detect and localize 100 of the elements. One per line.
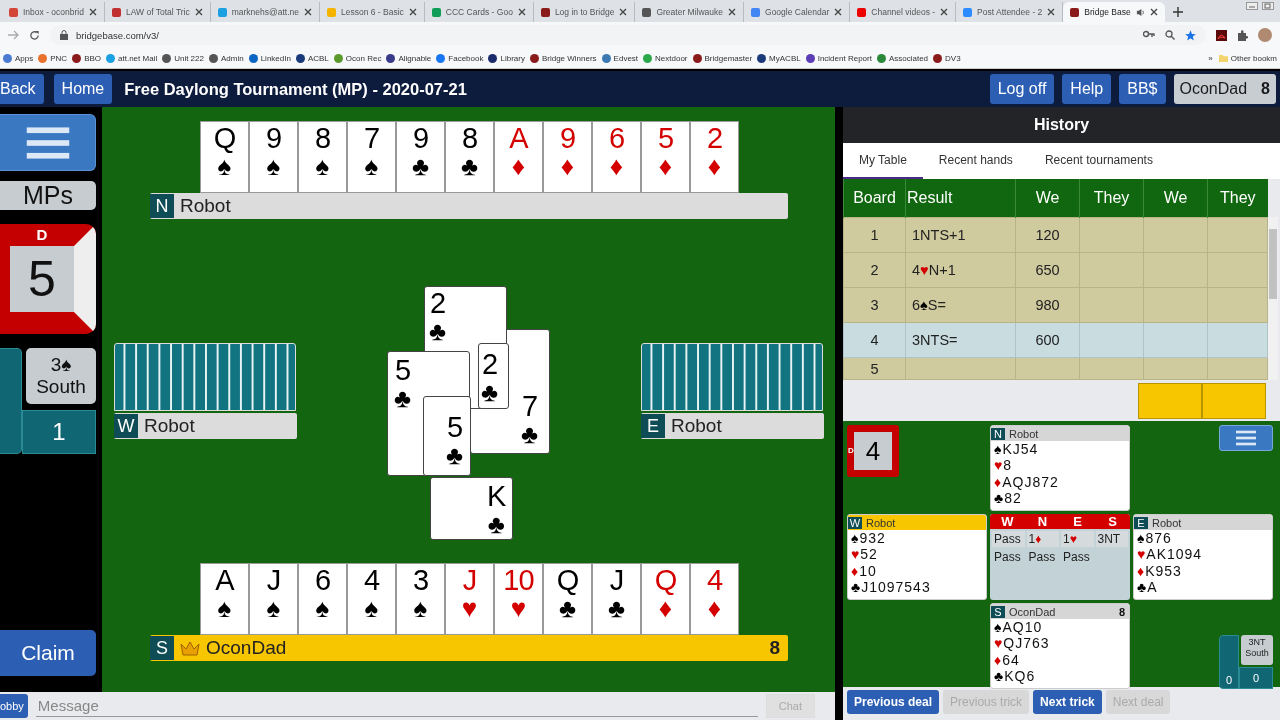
restore-icon[interactable] <box>1262 2 1274 10</box>
player-name: Robot <box>1152 516 1182 529</box>
new-tab-icon[interactable] <box>1172 7 1183 17</box>
close-icon[interactable] <box>940 8 949 16</box>
table-cell: 1 <box>843 217 906 253</box>
playing-card[interactable]: 8 ♠ <box>298 121 347 193</box>
bookmark[interactable]: Incident Report <box>805 53 872 63</box>
bookmark[interactable]: Ocon Rec <box>333 53 382 63</box>
nav-button[interactable]: Next trick <box>1033 690 1102 714</box>
bookmark[interactable]: LinkedIn <box>248 53 291 63</box>
claim-button[interactable]: Claim <box>0 630 96 676</box>
header-button[interactable]: Help <box>1062 74 1112 104</box>
menu-button[interactable] <box>1219 425 1273 451</box>
lock-icon <box>60 30 68 40</box>
history-tab[interactable]: Recent tournaments <box>1028 143 1169 179</box>
close-icon[interactable] <box>619 8 628 16</box>
key-icon[interactable] <box>1143 29 1155 38</box>
playing-card[interactable]: J ♥ <box>445 563 494 635</box>
playing-card[interactable]: J ♠ <box>249 563 298 635</box>
bookmark[interactable]: Edvest <box>601 53 639 63</box>
zoom-icon[interactable] <box>1165 29 1175 40</box>
playing-card[interactable]: Q ♣ <box>543 563 592 635</box>
suit-holding: ♣A <box>1136 578 1159 596</box>
playing-card[interactable]: 3 ♠ <box>396 563 445 635</box>
reload-icon[interactable] <box>29 29 40 41</box>
bookmark[interactable]: BBO <box>72 53 102 63</box>
bookmark[interactable]: Library <box>488 53 525 63</box>
playing-card[interactable]: 8 ♣ <box>445 121 494 193</box>
speaker-icon[interactable] <box>1135 7 1145 17</box>
suit-holding: ♣82 <box>993 489 1022 507</box>
tricks-ew: 0 <box>1239 667 1273 689</box>
bookmark[interactable]: DV3 <box>933 53 961 63</box>
extensions-icon[interactable] <box>1237 29 1248 41</box>
column-header[interactable]: They <box>1079 179 1144 218</box>
star-icon[interactable] <box>1185 29 1196 41</box>
playing-card[interactable]: A ♠ <box>200 563 249 635</box>
column-header[interactable]: We <box>1143 179 1208 218</box>
seat-label: S <box>150 636 174 660</box>
playing-card[interactable]: 10 ♥ <box>494 563 543 635</box>
close-icon[interactable] <box>88 8 97 16</box>
bookmark-folder[interactable]: Other bookm <box>1218 53 1277 63</box>
playing-card[interactable]: 4 ♦ <box>690 563 739 635</box>
playing-card[interactable]: 4 ♠ <box>347 563 396 635</box>
bookmark[interactable]: Bridge Winners <box>529 53 597 63</box>
playing-card[interactable]: 6 ♠ <box>298 563 347 635</box>
bookmark[interactable]: ACBL <box>295 53 329 63</box>
playing-card[interactable]: Q ♦ <box>641 563 690 635</box>
close-icon[interactable] <box>1047 8 1056 16</box>
browser-tab[interactable]: Bridge Base <box>1063 2 1165 22</box>
suit-holding: ♠KJ54 <box>993 441 1040 458</box>
playing-card[interactable]: 9 ♠ <box>249 121 298 193</box>
column-header[interactable]: They <box>1207 179 1268 218</box>
playing-card[interactable]: 6 ♦ <box>592 121 641 193</box>
user-button[interactable]: OconDad 8 <box>1173 74 1276 104</box>
column-header[interactable]: Board <box>843 179 906 218</box>
menu-button[interactable] <box>0 114 96 171</box>
close-icon[interactable] <box>1149 8 1158 16</box>
column-header[interactable]: Result <box>905 179 1016 218</box>
playing-card[interactable]: 9 ♣ <box>396 121 445 193</box>
bookmark[interactable]: Associated <box>876 53 929 63</box>
playing-card[interactable]: 9 ♦ <box>543 121 592 193</box>
close-icon[interactable] <box>194 8 203 16</box>
column-header[interactable]: We <box>1015 179 1080 218</box>
bookmark[interactable]: att.net Mail <box>106 53 158 63</box>
bookmark[interactable]: Nextdoor <box>643 53 688 63</box>
playing-card[interactable]: A ♦ <box>494 121 543 193</box>
menu-icon <box>24 125 71 160</box>
bookmark[interactable]: Apps <box>3 53 34 63</box>
close-icon[interactable] <box>303 8 312 16</box>
bookmark[interactable]: PNC <box>38 53 68 63</box>
playing-card[interactable]: 5 ♦ <box>641 121 690 193</box>
close-icon[interactable] <box>728 8 737 16</box>
bookmark[interactable]: Admin <box>208 53 244 63</box>
bookmark[interactable]: MyACBL <box>757 53 801 63</box>
header-button[interactable]: Log off <box>989 74 1055 104</box>
nav-button[interactable]: Previous deal <box>847 690 940 714</box>
auction-call: 3NT <box>1095 531 1128 547</box>
bookmark[interactable]: Alignable <box>386 53 432 63</box>
close-icon[interactable] <box>834 8 843 16</box>
bookmark[interactable]: Unit 222 <box>162 53 204 63</box>
nav-button[interactable]: Home <box>53 74 113 104</box>
close-icon[interactable] <box>408 8 417 16</box>
scrollbar[interactable] <box>1268 217 1278 380</box>
nav-button[interactable]: Back <box>0 74 44 104</box>
bookmark[interactable]: Facebook <box>436 53 484 63</box>
playing-card[interactable]: Q ♠ <box>200 121 249 193</box>
profile-avatar[interactable] <box>1258 28 1272 42</box>
bookmark[interactable]: Bridgemaster <box>692 53 753 63</box>
lobby-button[interactable]: obby <box>0 694 28 718</box>
playing-card[interactable]: 7 ♠ <box>347 121 396 193</box>
pdf-icon[interactable] <box>1216 29 1227 41</box>
playing-card[interactable]: J ♣ <box>592 563 641 635</box>
panel-title: History <box>843 107 1280 143</box>
history-tab[interactable]: Recent hands <box>922 143 1029 179</box>
close-icon[interactable] <box>517 8 526 16</box>
auction-call: 1♦ <box>1026 531 1059 547</box>
playing-card[interactable]: 2 ♦ <box>690 121 739 193</box>
more-bookmarks[interactable]: » <box>1208 53 1213 63</box>
address-bar[interactable]: bridgebase.com/v3/ <box>50 25 1206 45</box>
header-button[interactable]: BB$ <box>1119 74 1166 104</box>
